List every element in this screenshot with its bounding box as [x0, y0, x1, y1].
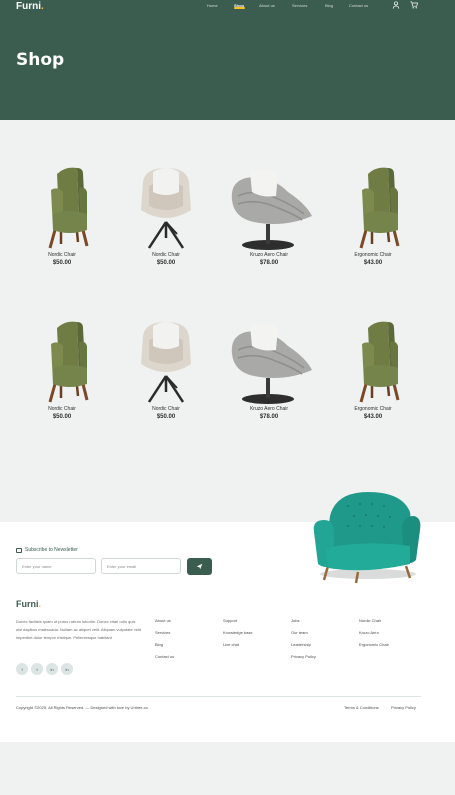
product-price: $50.00	[156, 414, 176, 420]
product-card[interactable]: Nordic Chair $50.00	[121, 152, 211, 266]
page-bottom-band	[0, 742, 455, 795]
social-links: f t in in	[16, 663, 73, 675]
nav-home[interactable]: Home	[207, 3, 218, 8]
product-name: Nordic Chair	[48, 252, 76, 258]
newsletter-submit-button[interactable]	[187, 558, 212, 575]
teal-armchair-image	[313, 492, 421, 584]
footer-link[interactable]: Privacy Policy	[291, 654, 316, 666]
product-image[interactable]	[328, 152, 418, 252]
footer-about-text: Donec facilisis quam ut purus rutrum lob…	[16, 619, 141, 640]
footer-link[interactable]: Live chat	[223, 642, 253, 654]
brand-logo[interactable]: Furni.	[16, 1, 44, 12]
footer-link[interactable]: Kruzo Aero	[359, 630, 389, 642]
newsletter-email-input[interactable]: Enter your email	[101, 558, 181, 574]
product-name: Nordic Chair	[152, 406, 180, 412]
product-name: Nordic Chair	[48, 406, 76, 412]
footer-link[interactable]: Ergonomic Chair	[359, 642, 389, 654]
product-price: $43.00	[363, 414, 383, 420]
privacy-link[interactable]: Privacy Policy	[391, 705, 416, 710]
linkedin-icon[interactable]: in	[61, 663, 73, 675]
envelope-icon	[16, 547, 22, 553]
product-image[interactable]	[121, 306, 211, 406]
product-price: $50.00	[156, 260, 176, 266]
product-price: $50.00	[52, 414, 72, 420]
footer-column-4: Nordic Chair Kruzo Aero Ergonomic Chair	[359, 618, 389, 654]
footer-divider	[16, 696, 421, 697]
newsletter-name-input[interactable]: Enter your name	[16, 558, 96, 574]
footer-link[interactable]: Leadership	[291, 642, 316, 654]
instagram-icon[interactable]: in	[46, 663, 58, 675]
product-name: Ergonomic Chair	[354, 252, 392, 258]
footer-link[interactable]: Nordic Chair	[359, 618, 389, 630]
footer-link[interactable]: Services	[155, 630, 174, 642]
nav-active-underline	[234, 7, 245, 9]
hero-section: Furni. Home Shop About us Services Blog …	[0, 0, 455, 120]
product-card[interactable]: Nordic Chair $50.00	[17, 152, 107, 266]
nav-contact[interactable]: Contact us	[349, 3, 368, 8]
product-card[interactable]: Kruzo Aero Chair $78.00	[224, 152, 314, 266]
footer-link[interactable]: Blog	[155, 642, 174, 654]
footer-column-3: Jobs Our team Leadership Privacy Policy	[291, 618, 316, 666]
product-name: Kruzo Aero Chair	[249, 406, 289, 412]
twitter-icon[interactable]: t	[31, 663, 43, 675]
product-card[interactable]: Nordic Chair $50.00	[121, 306, 211, 420]
product-image[interactable]	[121, 152, 211, 252]
nav-blog[interactable]: Blog	[325, 3, 333, 8]
footer-link[interactable]: Contact us	[155, 654, 174, 666]
product-price: $78.00	[259, 260, 279, 266]
product-image[interactable]	[328, 306, 418, 406]
footer-link[interactable]: Knowledge base	[223, 630, 253, 642]
product-card[interactable]: Ergonomic Chair $43.00	[328, 306, 418, 420]
product-name: Nordic Chair	[152, 252, 180, 258]
newsletter-label: Subscribe to Newsletter	[16, 547, 78, 553]
product-card[interactable]: Ergonomic Chair $43.00	[328, 152, 418, 266]
product-card[interactable]: Nordic Chair $50.00	[17, 306, 107, 420]
send-icon	[196, 563, 203, 570]
nav-services[interactable]: Services	[292, 3, 307, 8]
footer-link[interactable]: About us	[155, 618, 174, 630]
footer-link[interactable]: Support	[223, 618, 253, 630]
product-image[interactable]	[17, 306, 107, 406]
facebook-icon[interactable]: f	[16, 663, 28, 675]
cart-icon[interactable]	[410, 1, 418, 9]
terms-link[interactable]: Terms & Conditions	[344, 705, 379, 710]
product-name: Kruzo Aero Chair	[249, 252, 289, 258]
footer-column-2: Support Knowledge base Live chat	[223, 618, 253, 654]
copyright-text: Copyright ©2025. All Rights Reserved. — …	[16, 705, 148, 710]
user-icon[interactable]	[392, 1, 400, 9]
product-card[interactable]: Kruzo Aero Chair $78.00	[224, 306, 314, 420]
product-price: $50.00	[52, 260, 72, 266]
product-image[interactable]	[17, 152, 107, 252]
footer-link[interactable]: Our team	[291, 630, 316, 642]
product-image[interactable]	[224, 152, 314, 252]
product-price: $43.00	[363, 260, 383, 266]
product-image[interactable]	[224, 306, 314, 406]
page-title: Shop	[16, 50, 65, 70]
product-price: $78.00	[259, 414, 279, 420]
footer-column-1: About us Services Blog Contact us	[155, 618, 174, 666]
product-name: Ergonomic Chair	[354, 406, 392, 412]
footer-brand[interactable]: Furni.	[16, 599, 41, 609]
footer-link[interactable]: Jobs	[291, 618, 316, 630]
nav-about[interactable]: About us	[259, 3, 275, 8]
